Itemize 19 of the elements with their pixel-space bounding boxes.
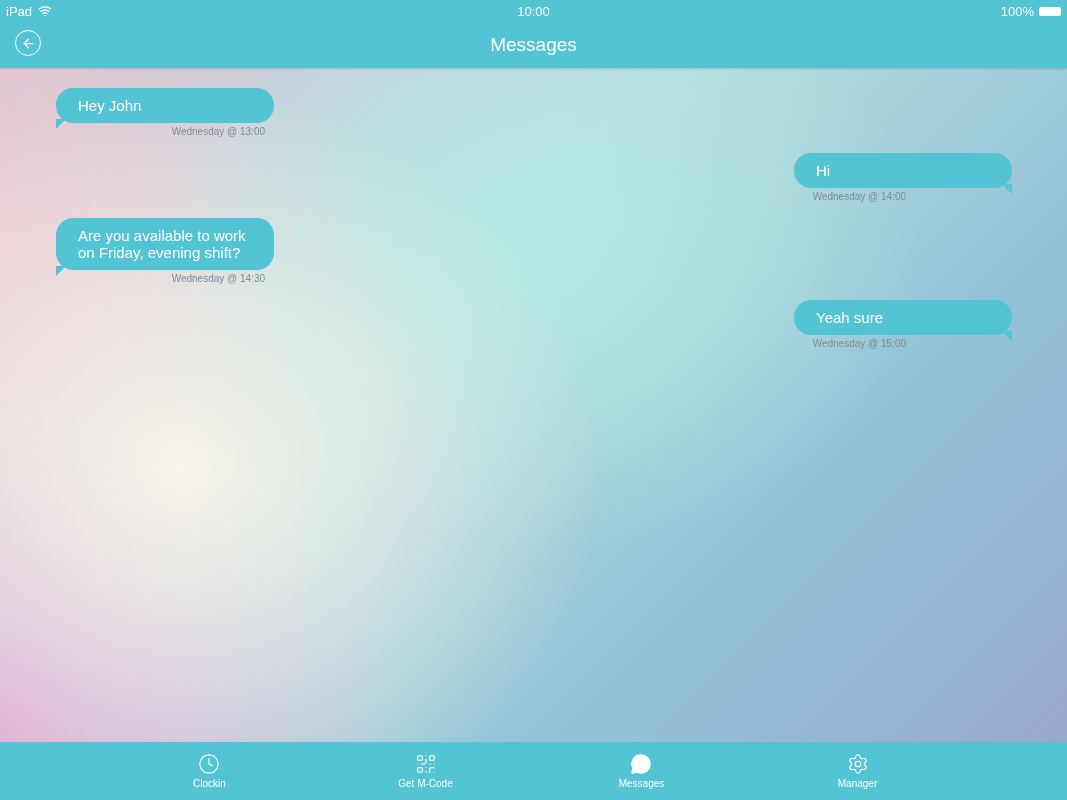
clock-time: 10:00 [517, 3, 550, 19]
message-timestamp: Wednesday @ 14:30 [171, 273, 266, 284]
message-timestamp: Wednesday @ 13:00 [171, 126, 266, 137]
message-timestamp: Wednesday @ 15:00 [812, 338, 907, 349]
battery-icon [1039, 6, 1061, 16]
tab-item[interactable]: Manager [831, 752, 884, 790]
screen-title: Messages [490, 34, 577, 56]
qr-code-icon [414, 753, 437, 775]
message-timestamp: Wednesday @ 14:00 [812, 191, 907, 202]
tab-item[interactable]: Clockin [187, 752, 232, 790]
clock-icon [198, 753, 221, 775]
speech-bubble-icon [630, 753, 653, 775]
settings-icon [846, 753, 869, 775]
tab-item[interactable]: Get M-Code [392, 752, 459, 790]
battery-percent: 100% [1000, 3, 1034, 19]
back-arrow-icon [20, 35, 36, 51]
wifi-icon [38, 4, 53, 18]
device-name: iPad [6, 3, 33, 19]
tab-item[interactable]: Messages [612, 752, 671, 790]
